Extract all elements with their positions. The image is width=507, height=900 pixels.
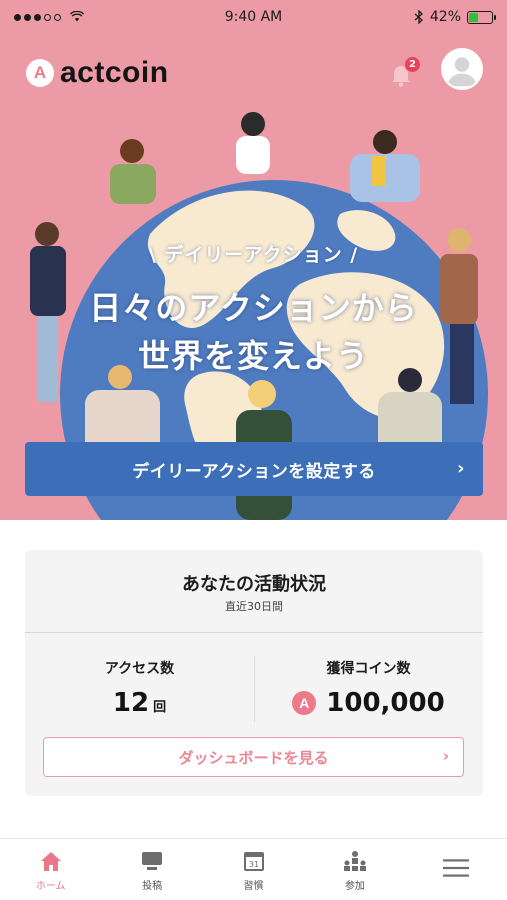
coin-icon: A — [292, 691, 317, 715]
activity-period: 直近30日間 — [225, 600, 283, 613]
status-time: 9:40 AM — [224, 9, 283, 25]
chevron-right-icon: › — [442, 747, 449, 765]
tab-menu[interactable] — [406, 839, 507, 900]
cta-label: デイリーアクションを設定する — [132, 461, 376, 482]
bottom-tab-bar: ホーム 投稿 31 習慣 参加 — [0, 838, 507, 900]
tab-home[interactable]: ホーム — [0, 839, 101, 900]
access-count-label: アクセス数 — [104, 661, 175, 677]
user-icon — [443, 50, 481, 88]
earned-coin-stat: 獲得コイン数 A 100,000 — [254, 658, 483, 718]
set-daily-action-button[interactable]: デイリーアクションを設定する › — [25, 442, 483, 496]
activity-card: あなたの活動状況 直近30日間 アクセス数 12 回 獲得コイン数 A 100,… — [25, 550, 483, 796]
app-name: actcoin — [60, 56, 169, 89]
tab-label: 習慣 — [243, 881, 264, 892]
post-icon — [142, 852, 163, 870]
calendar-icon: 31 — [243, 852, 264, 871]
status-bar: 9:40 AM 42% — [0, 0, 507, 34]
earned-coin-label: 獲得コイン数 — [326, 661, 411, 677]
divider — [25, 632, 483, 633]
hero-title-line1: 日々のアクションから — [89, 289, 418, 327]
view-dashboard-button[interactable]: ダッシュボードを見る › — [43, 737, 464, 777]
notification-badge: 2 — [404, 56, 421, 73]
menu-icon — [443, 858, 470, 877]
app-logo[interactable]: A actcoin — [26, 56, 169, 90]
tab-post[interactable]: 投稿 — [101, 839, 202, 900]
actcoin-logo-icon: A — [26, 59, 54, 87]
join-icon — [343, 851, 366, 871]
tab-label: 参加 — [344, 881, 365, 892]
hero-tag: \ デイリーアクション / — [148, 244, 359, 266]
tab-habit[interactable]: 31 習慣 — [203, 839, 304, 900]
hero-banner: A actcoin 2 \ デイリーアクション / 日々のアクションから 世界を… — [0, 34, 507, 520]
dashboard-label: ダッシュボードを見る — [178, 748, 329, 767]
access-count-unit: 回 — [153, 700, 167, 715]
access-count-stat: アクセス数 12 回 — [25, 658, 254, 718]
chevron-right-icon: › — [457, 458, 465, 479]
tab-join[interactable]: 参加 — [304, 839, 405, 900]
earned-coin-value: 100,000 — [326, 688, 445, 718]
tab-label: ホーム — [35, 881, 66, 892]
hero-title-line2: 世界を変えよう — [137, 337, 369, 375]
home-icon — [40, 852, 61, 871]
calendar-icon-text: 31 — [248, 860, 258, 869]
activity-title: あなたの活動状況 — [182, 574, 326, 595]
battery-icon — [467, 10, 496, 24]
tab-label: 投稿 — [142, 881, 163, 892]
access-count-value: 12 — [112, 688, 150, 718]
hero-title: 日々のアクションから 世界を変えよう — [0, 284, 507, 380]
avatar[interactable] — [441, 48, 483, 90]
